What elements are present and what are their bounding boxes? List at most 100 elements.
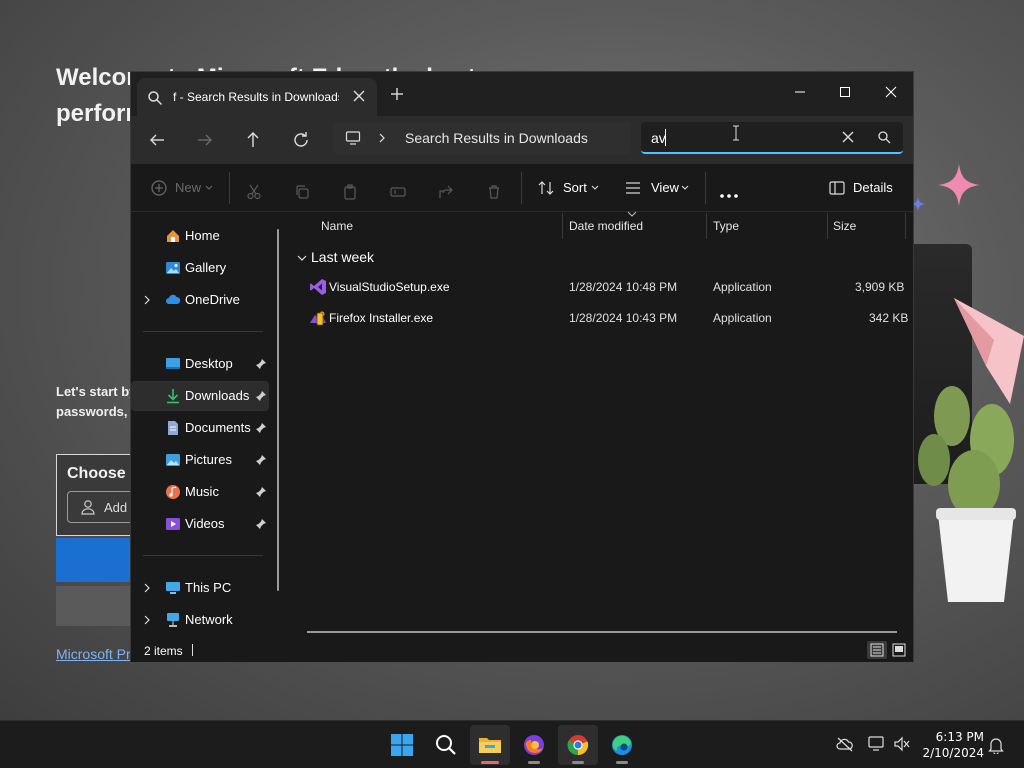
home-icon [167,230,179,242]
sidebar-item-this-pc[interactable]: This PC [131,573,269,603]
close-tab-icon[interactable] [349,86,369,106]
sidebar-item-documents[interactable]: Documents [131,413,269,443]
column-divider[interactable] [562,213,563,239]
sidebar-item-videos[interactable]: Videos [131,509,269,539]
gallery-icon [166,262,180,274]
column-header-size[interactable]: Size [833,219,856,233]
minimize-button[interactable] [778,78,822,106]
column-divider[interactable] [905,213,906,239]
horizontal-scrollbar[interactable] [307,631,897,633]
column-header-name[interactable]: Name [321,219,353,233]
pin-icon[interactable] [255,390,267,402]
sidebar-item-label: Home [185,228,220,243]
forward-arrow-icon[interactable] [193,128,217,152]
large-icons-view-button[interactable] [889,641,909,659]
cut-icon[interactable] [246,180,262,204]
file-row[interactable]: Firefox Installer.exe 1/28/2024 10:43 PM… [289,303,909,333]
sidebar-item-music[interactable]: Music [131,477,269,507]
windows-logo-icon [391,734,413,756]
toolbar-divider [229,172,230,204]
system-clock[interactable]: 6:13 PM 2/10/2024 [920,729,984,761]
chevron-right-icon[interactable] [377,132,387,144]
sparkle-icon [938,164,980,206]
sidebar-item-network[interactable]: Network [131,605,269,635]
pin-icon[interactable] [255,454,267,466]
clear-search-icon[interactable] [841,130,855,144]
sidebar-item-pictures[interactable]: Pictures [131,445,269,475]
maximize-icon [840,87,850,97]
pin-icon[interactable] [255,358,267,370]
search-input[interactable] [651,128,831,148]
file-row[interactable]: VisualStudioSetup.exe 1/28/2024 10:48 PM… [289,272,909,302]
refresh-icon[interactable] [289,128,313,152]
rename-icon[interactable] [390,180,406,204]
sidebar-item-desktop[interactable]: Desktop [131,349,269,379]
sidebar-scrollbar[interactable] [277,229,279,591]
pin-icon[interactable] [255,518,267,530]
taskbar-edge[interactable] [602,725,642,765]
chevron-down-icon [297,255,307,261]
view-button[interactable]: View [625,176,695,200]
sort-indicator-icon [627,211,637,217]
details-view-button[interactable] [867,641,887,659]
close-window-button[interactable] [869,78,913,106]
cactus-plant-illustration [918,386,1016,602]
address-bar[interactable]: Search Results in Downloads [333,122,631,154]
sidebar-item-label: Pictures [185,452,232,467]
sidebar-item-label: Downloads [185,388,250,403]
expand-arrow-icon[interactable] [143,295,151,305]
column-divider[interactable] [706,213,707,239]
sidebar-item-label: Gallery [185,260,227,275]
onedrive-offline-icon[interactable] [836,736,854,752]
copy-icon[interactable] [294,180,310,204]
taskbar-search-button[interactable] [426,725,466,765]
navigation-bar: Search Results in Downloads [131,116,913,164]
sidebar-item-home[interactable]: Home [131,221,269,251]
sidebar-item-downloads[interactable]: Downloads [131,381,269,411]
up-arrow-icon[interactable] [241,128,265,152]
details-pane-button[interactable]: Details [829,176,899,200]
sort-button[interactable]: Sort [537,176,603,200]
running-indicator [572,761,584,764]
pin-icon[interactable] [255,422,267,434]
share-icon[interactable] [438,180,454,204]
file-explorer-window: f - Search Results in Downloads Search R… [130,71,914,662]
new-button[interactable]: New [149,176,215,200]
file-name: Firefox Installer.exe [329,311,434,325]
status-divider [192,644,193,656]
sidebar-item-gallery[interactable]: Gallery [131,253,269,283]
notification-bell-icon[interactable] [988,736,1004,754]
network-icon [167,613,179,627]
sidebar-item-label: Documents [185,420,251,435]
taskbar-firefox[interactable] [514,725,554,765]
column-header-type[interactable]: Type [713,219,739,233]
file-type: Application [713,280,772,294]
navigation-pane: Home Gallery OneDrive Desktop Downloads … [131,213,281,635]
sidebar-item-onedrive[interactable]: OneDrive [131,285,269,315]
column-divider[interactable] [827,213,828,239]
expand-arrow-icon[interactable] [143,615,151,625]
expand-arrow-icon[interactable] [143,583,151,593]
start-button[interactable] [382,725,422,765]
music-icon [166,485,180,499]
paste-icon[interactable] [342,180,358,204]
search-icon[interactable] [877,130,891,144]
taskbar: 6:13 PM 2/10/2024 [0,720,1024,768]
delete-icon[interactable] [486,180,502,204]
taskbar-file-explorer[interactable] [470,725,510,765]
new-tab-icon[interactable] [389,86,405,102]
column-header-date[interactable]: Date modified [569,219,643,233]
back-arrow-icon[interactable] [145,128,169,152]
volume-muted-icon[interactable] [893,736,911,752]
taskbar-chrome[interactable] [558,725,598,765]
network-status-icon[interactable] [868,736,886,752]
maximize-button[interactable] [823,78,867,106]
new-label: New [175,180,202,195]
tab-search-results[interactable]: f - Search Results in Downloads [137,78,377,116]
pin-icon[interactable] [255,486,267,498]
plus-circle-icon [151,180,167,196]
address-path[interactable]: Search Results in Downloads [405,130,588,146]
more-options-icon[interactable] [719,184,739,208]
desktop-icon [166,358,180,369]
search-box[interactable] [641,122,903,154]
